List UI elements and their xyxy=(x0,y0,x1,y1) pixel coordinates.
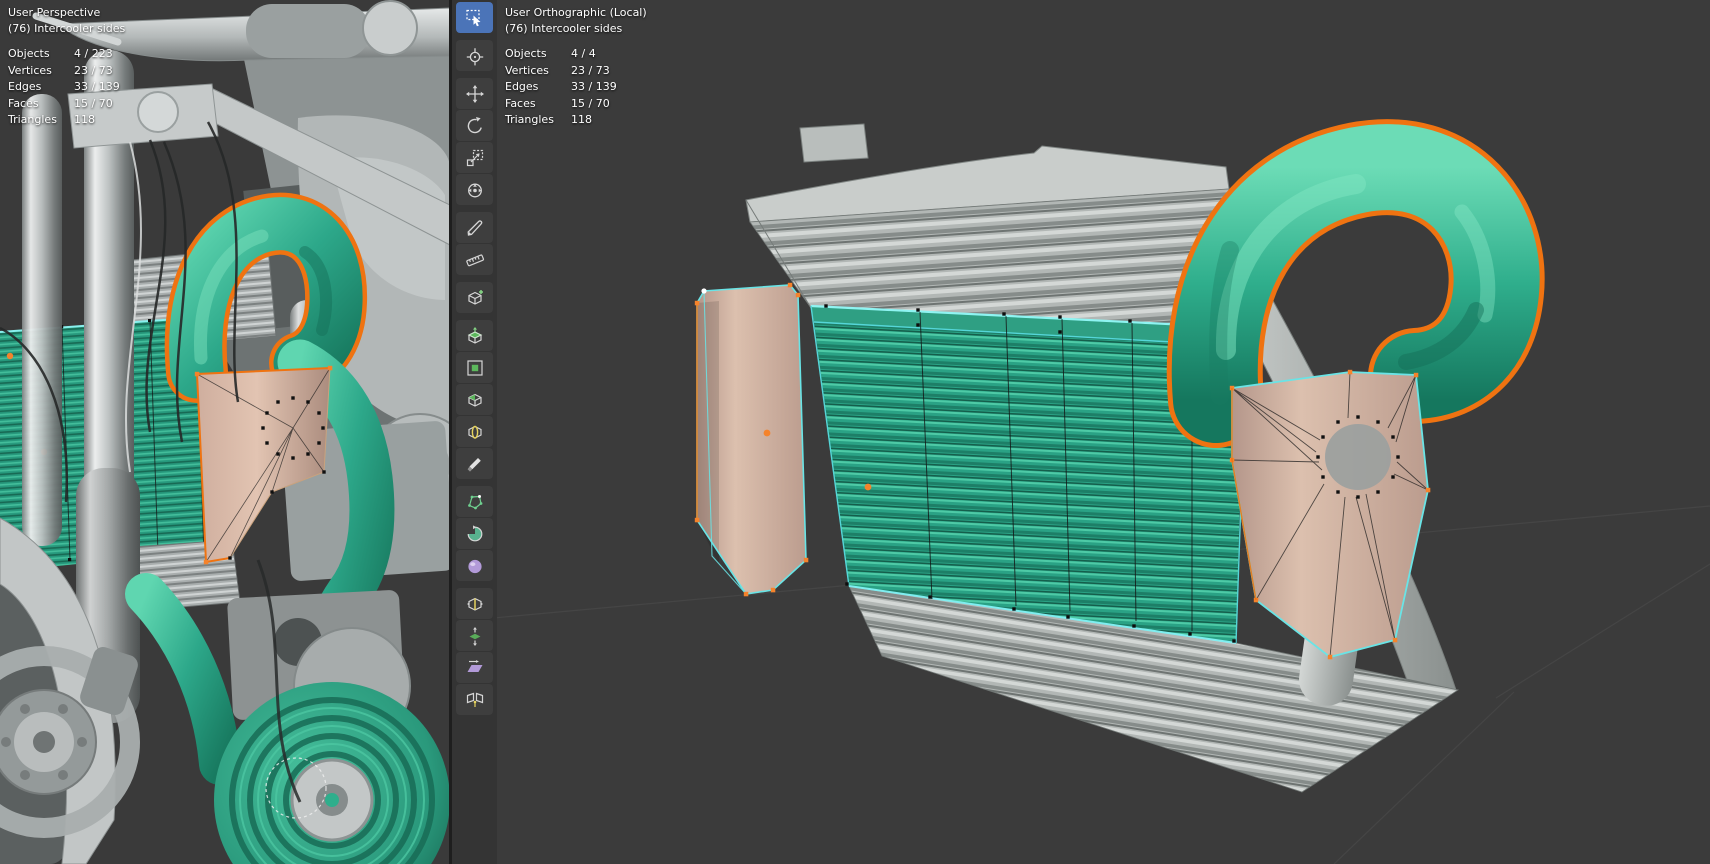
stat-value: 33 / 139 xyxy=(74,80,120,93)
stat-label: Faces xyxy=(505,96,536,110)
tool-poly-build[interactable] xyxy=(456,486,493,517)
loop-cut-icon xyxy=(467,425,482,439)
tool-spin[interactable] xyxy=(456,518,493,549)
stat-label: Objects xyxy=(8,47,50,60)
scale-icon xyxy=(466,149,483,166)
edge-slide-icon xyxy=(466,597,483,611)
stat-value: 23 / 73 xyxy=(74,63,113,77)
tool-edge-slide[interactable] xyxy=(456,588,493,619)
right-viewport-canvas[interactable] xyxy=(450,0,1710,864)
stat-label: Triangles xyxy=(8,113,57,126)
blender-window: User Perspective (76) Intercooler sides … xyxy=(0,0,1710,864)
select-box-icon xyxy=(465,9,480,26)
stat-value: 4 / 4 xyxy=(571,47,596,60)
viewport-header-right: User Orthographic (Local) (76) Intercool… xyxy=(505,5,647,37)
stat-value: 33 / 139 xyxy=(571,80,617,93)
stat-label: Triangles xyxy=(505,113,554,126)
tool-measure[interactable] xyxy=(456,244,493,275)
cursor-icon xyxy=(466,47,483,65)
stats-overlay-left: Objects 4 / 223 Vertices 23 / 73 Edges 33 /… xyxy=(8,46,120,129)
tool-rotate[interactable] xyxy=(456,110,493,141)
tool-add-cube[interactable] xyxy=(456,282,493,313)
tool-shrink-fatten[interactable] xyxy=(456,620,493,651)
tool-knife[interactable] xyxy=(456,448,493,479)
collection-label: (76) Intercooler sides xyxy=(8,22,126,35)
tool-transform[interactable] xyxy=(456,174,493,205)
stats-overlay-right: Objects 4 / 4 Vertices 23 / 73 Edges 33 / 1… xyxy=(505,46,617,129)
poly-build-icon xyxy=(467,494,482,509)
annotate-icon xyxy=(467,219,482,236)
tool-extrude-region[interactable] xyxy=(456,320,493,351)
view-label: User Perspective xyxy=(8,6,101,19)
left-viewport-canvas[interactable] xyxy=(0,0,450,864)
stat-value: 23 / 73 xyxy=(571,63,610,77)
stat-value: 118 xyxy=(571,113,592,126)
collection-label: (76) Intercooler sides xyxy=(505,22,623,35)
shear-icon xyxy=(467,659,482,672)
intercooler-side-box[interactable] xyxy=(694,282,809,597)
stat-label: Vertices xyxy=(505,63,549,77)
shrink-fatten-icon xyxy=(469,626,480,646)
stat-label: Objects xyxy=(505,47,547,60)
add-cube-icon xyxy=(467,289,483,305)
tool-smooth[interactable] xyxy=(456,550,493,581)
tool-inset-faces[interactable] xyxy=(456,352,493,383)
stat-value: 118 xyxy=(74,113,95,126)
tool-3d-cursor[interactable] xyxy=(456,40,493,71)
tool-loop-cut[interactable] xyxy=(456,416,493,447)
viewport-left[interactable] xyxy=(0,0,450,864)
stat-label: Edges xyxy=(8,80,42,93)
stat-label: Edges xyxy=(505,80,539,93)
tool-move[interactable] xyxy=(456,78,493,109)
tool-annotate[interactable] xyxy=(456,212,493,243)
tool-shear[interactable] xyxy=(456,652,493,683)
stat-value: 15 / 70 xyxy=(74,96,113,110)
tool-scale[interactable] xyxy=(456,142,493,173)
active-vertex xyxy=(701,288,707,294)
viewport-right[interactable] xyxy=(450,0,1710,864)
tool-select-box[interactable] xyxy=(456,2,493,33)
spin-icon xyxy=(467,524,482,541)
stat-value: 15 / 70 xyxy=(571,96,610,110)
stat-label: Faces xyxy=(8,96,39,110)
transform-icon xyxy=(467,183,482,197)
knife-icon xyxy=(467,457,481,472)
extrude-icon xyxy=(467,326,482,344)
view-label: User Orthographic (Local) xyxy=(505,6,647,19)
tool-rip-region[interactable] xyxy=(456,684,493,715)
rip-region-icon xyxy=(466,692,483,707)
inset-faces-icon xyxy=(466,359,483,376)
bevel-icon xyxy=(467,393,482,407)
edit-mode-toolbar xyxy=(456,2,494,716)
stat-label: Vertices xyxy=(8,63,52,77)
viewport-header-left: User Perspective (76) Intercooler sides xyxy=(8,5,125,37)
measure-icon xyxy=(465,253,484,266)
tool-bevel[interactable] xyxy=(456,384,493,415)
stat-value: 4 / 223 xyxy=(74,47,113,60)
move-icon xyxy=(465,84,484,103)
smooth-icon xyxy=(467,559,482,573)
rotate-icon xyxy=(467,116,482,133)
